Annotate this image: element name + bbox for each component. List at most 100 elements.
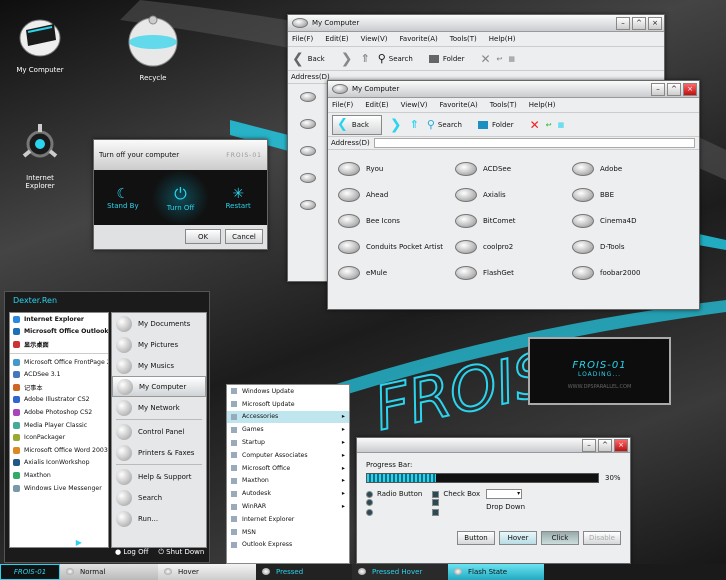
- submenu-item[interactable]: Autodesk ▸: [227, 487, 349, 500]
- title-bar[interactable]: My Computer – ^ ×: [328, 81, 699, 98]
- pinned-item[interactable]: Microsoft Office Outlook: [10, 326, 108, 339]
- file-item[interactable]: Conduits Pocket Artist: [338, 240, 455, 254]
- recent-item[interactable]: ACDSee 3.1: [10, 368, 108, 381]
- desktop-icon-recycle[interactable]: Recycle: [118, 12, 188, 82]
- task-flash-state[interactable]: Flash State: [448, 564, 544, 580]
- restart-button[interactable]: ✳ Restart: [209, 170, 267, 225]
- title-bar[interactable]: My Computer – ^ ×: [288, 15, 664, 32]
- menu-edit[interactable]: Edit(E): [325, 35, 348, 43]
- submenu-item[interactable]: Accessories ▸: [227, 410, 349, 424]
- submenu-item[interactable]: WinRAR ▸: [227, 500, 349, 513]
- up-icon[interactable]: ⇑: [360, 52, 369, 65]
- submenu-item[interactable]: Windows Update: [227, 385, 349, 398]
- drive-icon[interactable]: [300, 173, 316, 183]
- file-item[interactable]: BBE: [572, 188, 689, 202]
- menu-favorite[interactable]: Favorite(A): [440, 101, 478, 109]
- drive-icon[interactable]: [300, 119, 316, 129]
- submenu-item[interactable]: Microsoft Update: [227, 398, 349, 411]
- submenu-item[interactable]: MSN: [227, 526, 349, 539]
- recent-item[interactable]: Windows Live Messenger: [10, 482, 108, 495]
- minimize-button[interactable]: –: [651, 82, 665, 96]
- place-item[interactable]: My Network: [112, 397, 206, 418]
- recent-item[interactable]: 记事本: [10, 381, 108, 394]
- stand-by-button[interactable]: ☾ Stand By: [94, 170, 152, 225]
- file-item[interactable]: D-Tools: [572, 240, 689, 254]
- file-item[interactable]: Ryou: [338, 162, 455, 176]
- drive-icon[interactable]: [300, 146, 316, 156]
- file-item[interactable]: eMule: [338, 266, 455, 280]
- log-off-button[interactable]: ● Log Off: [115, 548, 148, 557]
- close-button[interactable]: ×: [648, 16, 662, 30]
- checkbox[interactable]: [432, 499, 480, 509]
- checkbox[interactable]: Check Box: [432, 489, 480, 499]
- start-button[interactable]: FROIS-01: [0, 564, 60, 580]
- back-button[interactable]: ❮ Back: [332, 114, 382, 135]
- menu-help[interactable]: Help(H): [489, 35, 516, 43]
- menu-favorite[interactable]: Favorite(A): [400, 35, 438, 43]
- place-item[interactable]: Control Panel: [112, 421, 206, 442]
- place-item[interactable]: Help & Support: [112, 466, 206, 487]
- file-item[interactable]: FlashGet: [455, 266, 572, 280]
- folder-button[interactable]: Folder: [477, 120, 522, 129]
- file-item[interactable]: Ahead: [338, 188, 455, 202]
- file-item[interactable]: Axialis: [455, 188, 572, 202]
- ok-button[interactable]: OK: [185, 229, 221, 244]
- submenu-item[interactable]: Startup ▸: [227, 436, 349, 449]
- hover-button[interactable]: Hover: [499, 531, 537, 545]
- radio-button[interactable]: Radio Button: [366, 489, 422, 499]
- task-hover[interactable]: Hover: [158, 564, 256, 580]
- place-item[interactable]: My Documents: [112, 313, 206, 334]
- menu-help[interactable]: Help(H): [529, 101, 556, 109]
- minimize-button[interactable]: –: [616, 16, 630, 30]
- dropdown[interactable]: ▾: [486, 489, 523, 499]
- forward-arrow-icon[interactable]: ❯: [390, 117, 402, 133]
- file-item[interactable]: foobar2000: [572, 266, 689, 280]
- recent-item[interactable]: Microsoft Office Word 2003: [10, 444, 108, 457]
- close-button[interactable]: ×: [683, 82, 697, 96]
- menu-tools[interactable]: Tools(T): [490, 101, 517, 109]
- recent-item[interactable]: Maxthon: [10, 469, 108, 482]
- submenu-item[interactable]: Microsoft Office ▸: [227, 462, 349, 475]
- file-item[interactable]: Bee Icons: [338, 214, 455, 228]
- place-item[interactable]: My Pictures: [112, 334, 206, 355]
- maximize-button[interactable]: ^: [598, 438, 612, 452]
- maximize-button[interactable]: ^: [667, 82, 681, 96]
- file-item[interactable]: coolpro2: [455, 240, 572, 254]
- minimize-button[interactable]: –: [582, 438, 596, 452]
- desktop-icon-my-computer[interactable]: My Computer: [5, 10, 75, 74]
- place-item[interactable]: My Computer: [112, 376, 206, 397]
- maximize-button[interactable]: ^: [632, 16, 646, 30]
- recent-item[interactable]: Adobe Photoshop CS2: [10, 406, 108, 419]
- menu-file[interactable]: File(F): [292, 35, 313, 43]
- recent-item[interactable]: Adobe Illustrator CS2: [10, 394, 108, 407]
- title-bar[interactable]: – ^ ×: [357, 438, 630, 453]
- cancel-button[interactable]: Cancel: [225, 229, 263, 244]
- views-icon[interactable]: ▦: [558, 121, 565, 129]
- folder-button[interactable]: Folder: [428, 54, 473, 63]
- search-button[interactable]: ⚲ Search: [427, 118, 470, 131]
- undo-icon[interactable]: ↩: [546, 121, 552, 129]
- submenu-item[interactable]: Maxthon ▸: [227, 475, 349, 488]
- submenu-item[interactable]: Computer Associates ▸: [227, 449, 349, 462]
- submenu-item[interactable]: Games ▸: [227, 423, 349, 436]
- all-programs-button[interactable]: All Programs ▶: [15, 538, 82, 547]
- drive-icon[interactable]: [300, 92, 316, 102]
- views-icon[interactable]: ▦: [508, 55, 515, 63]
- task-pressed-hover[interactable]: Pressed Hover: [352, 564, 448, 580]
- menu-edit[interactable]: Edit(E): [365, 101, 388, 109]
- recent-item[interactable]: IconPackager: [10, 431, 108, 444]
- file-item[interactable]: Adobe: [572, 162, 689, 176]
- address-input[interactable]: [373, 138, 695, 148]
- delete-icon[interactable]: ✕: [480, 52, 490, 66]
- file-item[interactable]: BitComet: [455, 214, 572, 228]
- menu-tools[interactable]: Tools(T): [450, 35, 477, 43]
- up-icon[interactable]: ⇑: [410, 118, 419, 131]
- place-item[interactable]: Printers & Faxes: [112, 442, 206, 463]
- turn-off-button[interactable]: ⏻ Turn Off: [151, 170, 210, 225]
- recent-item[interactable]: Axialis IconWorkshop: [10, 457, 108, 470]
- undo-icon[interactable]: ↩: [497, 55, 503, 63]
- close-button[interactable]: ×: [614, 438, 628, 452]
- place-item[interactable]: My Musics: [112, 355, 206, 376]
- task-pressed[interactable]: Pressed: [256, 564, 352, 580]
- delete-icon[interactable]: ✕: [530, 118, 540, 132]
